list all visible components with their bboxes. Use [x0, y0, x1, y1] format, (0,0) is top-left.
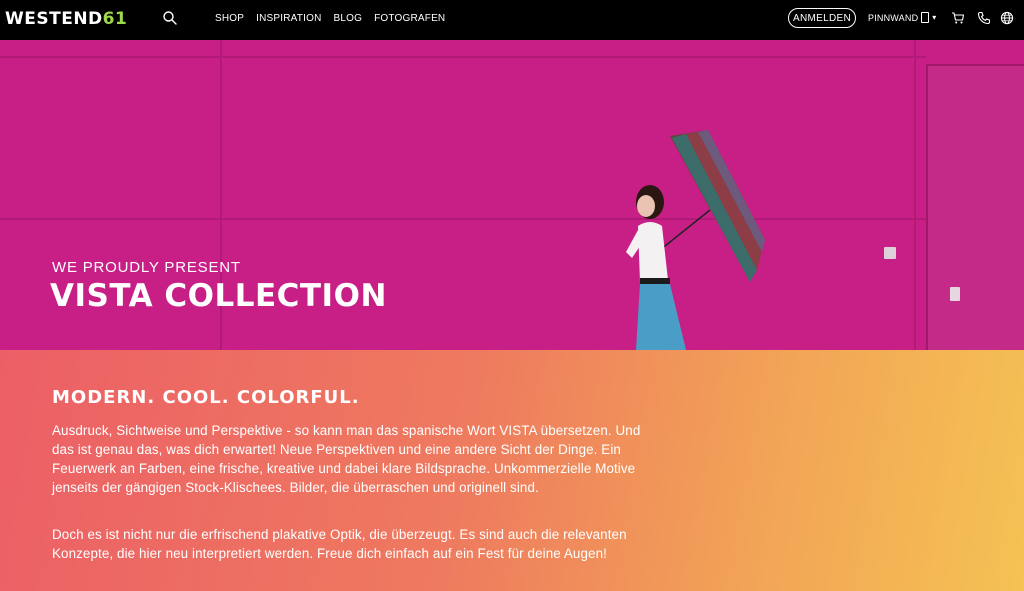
pinnwand-dropdown[interactable]: PINNWAND ▾ [868, 12, 936, 23]
nav-inspiration[interactable]: INSPIRATION [256, 13, 321, 24]
document-icon [921, 12, 930, 23]
wall-panel-line [0, 56, 926, 58]
pinnwand-label: PINNWAND [868, 12, 919, 23]
logo-accent: 61 [102, 9, 128, 29]
caret-down-icon: ▾ [932, 13, 937, 22]
top-navigation-bar: WESTEND61 SHOP INSPIRATION BLOG FOTOGRAF… [0, 0, 1024, 40]
collection-description: MODERN. COOL. COLORFUL. Ausdruck, Sichtw… [0, 350, 1024, 591]
search-icon[interactable] [162, 10, 178, 26]
nav-shop[interactable]: SHOP [215, 13, 244, 24]
wall-switch-plate [884, 247, 896, 259]
logo[interactable]: WESTEND61 [5, 9, 127, 29]
hero-title: VISTA COLLECTION [50, 278, 387, 314]
wall-panel-line [914, 40, 916, 350]
wall-panel-line [0, 218, 926, 220]
woman-with-umbrella-photo [626, 130, 765, 350]
nav-fotografen[interactable]: FOTOGRAFEN [374, 13, 445, 24]
pink-door [926, 64, 1024, 350]
description-paragraph-2: Doch es ist nicht nur die erfrischend pl… [52, 527, 627, 561]
hero-subtitle: WE PROUDLY PRESENT [52, 259, 241, 276]
logo-text: WESTEND [5, 9, 103, 29]
nav-blog[interactable]: BLOG [334, 13, 363, 24]
section-heading: MODERN. COOL. COLORFUL. [52, 387, 360, 408]
globe-icon[interactable] [1000, 11, 1014, 25]
door-handle [950, 287, 960, 301]
login-button[interactable]: ANMELDEN [788, 8, 856, 28]
cart-icon[interactable] [951, 11, 965, 25]
main-nav: SHOP INSPIRATION BLOG FOTOGRAFEN [215, 13, 457, 24]
description-paragraph-1: Ausdruck, Sichtweise und Perspektive - s… [52, 423, 641, 495]
phone-icon[interactable] [977, 11, 991, 25]
hero-banner: WE PROUDLY PRESENT VISTA COLLECTION [0, 40, 1024, 350]
